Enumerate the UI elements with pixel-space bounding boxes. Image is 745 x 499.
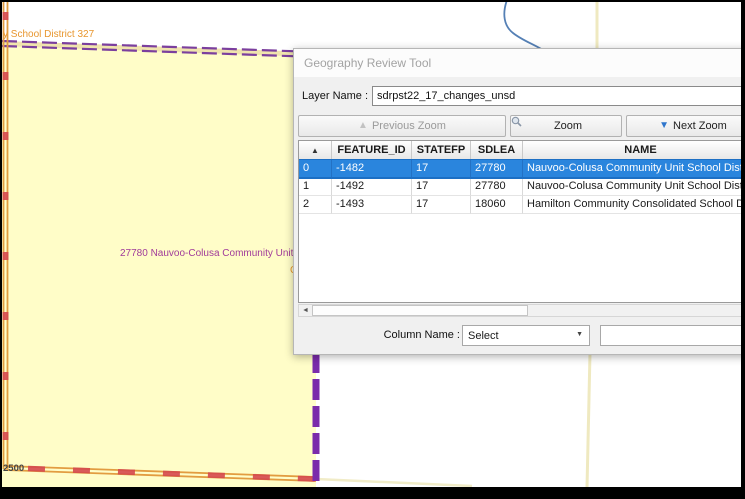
- next-zoom-icon: ▼: [659, 121, 669, 131]
- layer-name-label: Layer Name :: [302, 90, 368, 102]
- map-label-road-2500: 2500: [3, 463, 24, 474]
- cell-statefp: 17: [412, 196, 471, 214]
- next-zoom-label: Next Zoom: [673, 120, 727, 132]
- dropdown-selected-value: Select: [468, 330, 499, 342]
- row-header: 0: [299, 160, 332, 178]
- previous-zoom-label: Previous Zoom: [372, 120, 446, 132]
- horizontal-scrollbar[interactable]: ◄: [298, 304, 741, 317]
- previous-zoom-icon: ▲: [358, 121, 368, 131]
- zoom-label: Zoom: [554, 120, 582, 132]
- cell-statefp: 17: [412, 178, 471, 196]
- cell-feature-id: -1493: [332, 196, 412, 214]
- previous-zoom-button[interactable]: ▲ Previous Zoom: [298, 115, 506, 137]
- cell-sdlea: 27780: [471, 178, 523, 196]
- sort-ascending-icon[interactable]: ▲: [299, 141, 332, 159]
- cell-sdlea: 27780: [471, 160, 523, 178]
- column-header-name[interactable]: NAME: [523, 141, 741, 159]
- screenshot-frame: y School District 327 27780 Nauvoo-Colus…: [0, 0, 745, 499]
- attribute-table: ▲ FEATURE_ID STATEFP SDLEA NAME 0 -1482 …: [298, 140, 741, 303]
- next-zoom-button[interactable]: ▼ Next Zoom: [626, 115, 741, 137]
- district-polygon: [2, 42, 316, 487]
- scrollbar-thumb[interactable]: [312, 305, 528, 316]
- row-header: 2: [299, 196, 332, 214]
- dialog-titlebar[interactable]: Geography Review Tool: [294, 49, 741, 77]
- column-name-label: Column Name :: [336, 329, 460, 341]
- geography-review-tool-dialog: Geography Review Tool Layer Name : ▲ Pre…: [293, 48, 741, 355]
- dialog-title: Geography Review Tool: [304, 56, 431, 70]
- layer-name-input[interactable]: [372, 86, 741, 106]
- column-header-feature-id[interactable]: FEATURE_ID: [332, 141, 412, 159]
- table-row[interactable]: 2 -1493 17 18060 Hamilton Community Cons…: [299, 196, 741, 214]
- column-name-dropdown[interactable]: Select ▼: [462, 325, 590, 346]
- cell-statefp: 17: [412, 160, 471, 178]
- road-cream-bottom: [587, 353, 590, 487]
- filter-value-input[interactable]: [600, 325, 741, 346]
- cell-feature-id: -1482: [332, 160, 412, 178]
- cell-name: Nauvoo-Colusa Community Unit School Dist…: [523, 178, 741, 196]
- column-header-statefp[interactable]: STATEFP: [412, 141, 471, 159]
- row-header: 1: [299, 178, 332, 196]
- map-label-nauvoo-colusa: 27780 Nauvoo-Colusa Community Unit S: [120, 248, 303, 259]
- river-line: [504, 2, 546, 52]
- cell-name: Hamilton Community Consolidated School D…: [523, 196, 741, 214]
- cell-sdlea: 18060: [471, 196, 523, 214]
- scroll-left-icon[interactable]: ◄: [299, 305, 312, 316]
- cell-feature-id: -1492: [332, 178, 412, 196]
- zoom-button[interactable]: Zoom: [510, 115, 622, 137]
- map-label-district-327: y School District 327: [3, 29, 94, 40]
- table-row[interactable]: 1 -1492 17 27780 Nauvoo-Colusa Community…: [299, 178, 741, 196]
- cell-name: Nauvoo-Colusa Community Unit School Dist…: [523, 160, 741, 178]
- table-header-row: ▲ FEATURE_ID STATEFP SDLEA NAME: [299, 141, 741, 160]
- table-row[interactable]: 0 -1482 17 27780 Nauvoo-Colusa Community…: [299, 160, 741, 178]
- column-header-sdlea[interactable]: SDLEA: [471, 141, 523, 159]
- map-canvas[interactable]: y School District 327 27780 Nauvoo-Colus…: [2, 2, 741, 487]
- chevron-down-icon: ▼: [576, 331, 583, 338]
